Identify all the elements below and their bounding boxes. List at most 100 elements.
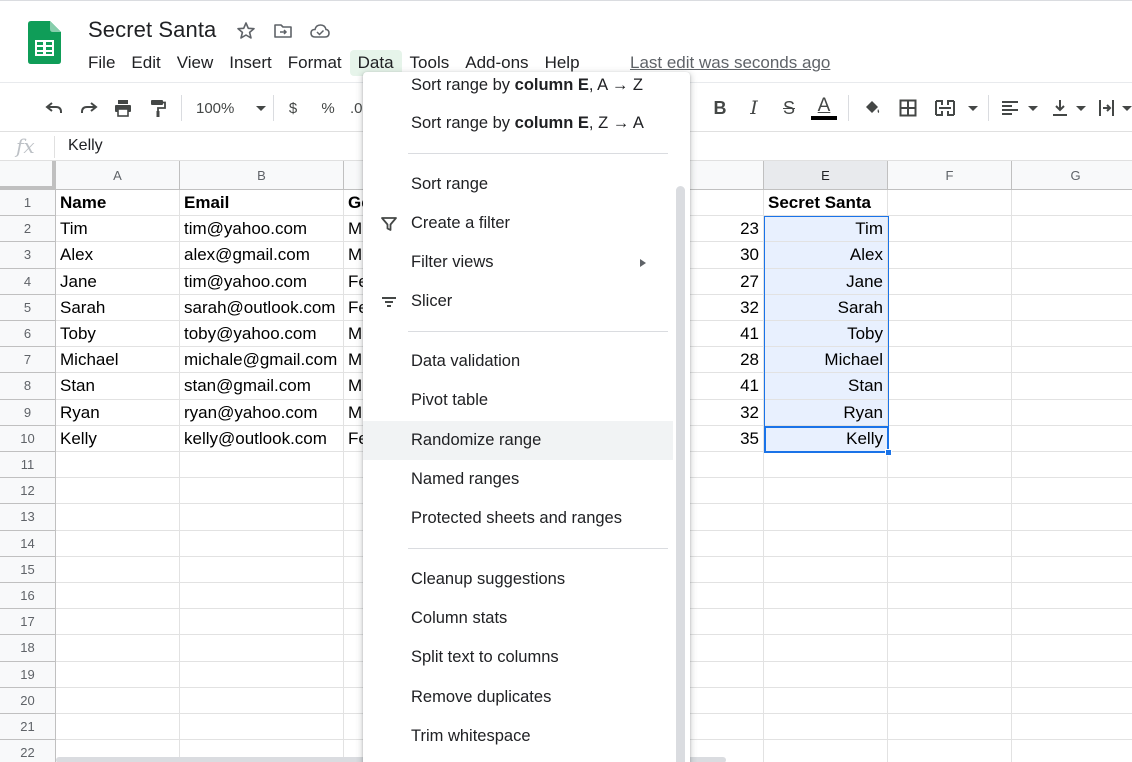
grid-cell[interactable] [888,452,1012,479]
grid-cell[interactable] [56,504,180,531]
menu-edit[interactable]: Edit [123,50,168,76]
grid-cell[interactable] [56,714,180,741]
grid-cell[interactable] [180,661,344,688]
row-header[interactable]: 4 [0,268,56,295]
grid-cell[interactable]: Alex [764,242,888,269]
grid-cell[interactable]: Stan [764,373,888,400]
grid-cell[interactable]: Email [180,190,344,217]
move-to-folder-icon[interactable] [271,19,295,43]
grid-cell[interactable] [888,556,1012,583]
borders-icon[interactable] [896,96,920,120]
grid-cell[interactable] [180,714,344,741]
grid-cell[interactable] [764,687,888,714]
grid-cell[interactable] [1012,478,1132,505]
menu-item-sort-range-za[interactable]: Sort range by column E, Z → A [363,104,673,143]
row-header[interactable]: 22 [0,740,56,762]
grid-cell[interactable] [1012,688,1132,714]
grid-cell[interactable] [1012,504,1132,531]
grid-cell[interactable]: Sarah [56,294,180,321]
menu-item-pivot-table[interactable]: Pivot table [363,381,673,420]
grid-cell[interactable] [888,399,1012,426]
grid-cell[interactable]: Sarah [764,294,888,321]
grid-cell[interactable] [1012,557,1132,583]
zoom-select[interactable]: 100% [196,96,266,120]
grid-cell[interactable] [888,530,1012,557]
strikethrough-button[interactable]: S [777,96,801,120]
grid-cell[interactable]: Alex [56,242,180,269]
row-header[interactable]: 5 [0,294,56,321]
grid-cell[interactable] [1012,452,1132,479]
vertical-align-button[interactable] [1050,96,1086,120]
menu-insert[interactable]: Insert [221,50,280,76]
grid-cell[interactable] [1012,347,1132,374]
italic-button[interactable]: I [742,96,766,120]
grid-cell[interactable] [764,609,888,636]
column-header[interactable]: F [888,161,1012,190]
grid-cell[interactable]: sarah@outlook.com [180,294,344,321]
grid-cell[interactable]: Jane [764,268,888,295]
fill-handle[interactable] [885,449,892,456]
grid-cell[interactable]: Name [56,190,180,217]
grid-cell[interactable] [764,740,888,762]
menu-item-column-stats[interactable]: Column stats [363,599,673,638]
grid-cell[interactable]: Kelly [764,425,888,452]
row-header[interactable]: 13 [0,504,56,531]
grid-cell[interactable] [1012,190,1132,217]
grid-cell[interactable] [888,740,1012,762]
grid-cell[interactable] [764,452,888,479]
grid-cell[interactable] [56,661,180,688]
row-header[interactable]: 11 [0,452,56,479]
row-header[interactable]: 17 [0,609,56,636]
text-wrapping-button[interactable] [1097,96,1132,120]
menu-item-filter-views[interactable]: Filter views [363,243,673,282]
grid-cell[interactable] [888,687,1012,714]
grid-cell[interactable]: Michael [764,347,888,374]
grid-cell[interactable] [1012,531,1132,557]
grid-cell[interactable] [888,216,1012,243]
row-header[interactable]: 6 [0,321,56,348]
formula-input[interactable]: Kelly [68,137,103,155]
grid-cell[interactable] [888,268,1012,295]
horizontal-align-button[interactable] [1000,96,1038,120]
currency-format-button[interactable]: $ [283,96,303,120]
row-header[interactable]: 20 [0,687,56,714]
grid-cell[interactable]: Tim [56,216,180,243]
grid-cell[interactable]: alex@gmail.com [180,242,344,269]
grid-cell[interactable]: ryan@yahoo.com [180,399,344,426]
grid-cell[interactable] [1012,740,1132,762]
print-icon[interactable] [111,96,135,120]
row-header[interactable]: 8 [0,373,56,400]
grid-cell[interactable] [1012,216,1132,243]
grid-cell[interactable] [888,190,1012,217]
column-header[interactable]: A [56,161,180,190]
grid-cell[interactable]: Ryan [56,399,180,426]
grid-cell[interactable] [56,687,180,714]
grid-cell[interactable] [1012,269,1132,295]
grid-cell[interactable]: Ryan [764,399,888,426]
grid-cell[interactable] [1012,662,1132,688]
grid-cell[interactable]: tim@yahoo.com [180,216,344,243]
row-header[interactable]: 12 [0,478,56,505]
menu-item-protected-sheets[interactable]: Protected sheets and ranges [363,499,673,538]
grid-cell[interactable] [888,294,1012,321]
grid-cell[interactable] [1012,426,1132,452]
grid-cell[interactable] [1012,373,1132,400]
cloud-saved-icon[interactable] [308,19,332,43]
merge-cells-button[interactable] [934,96,978,120]
row-header[interactable]: 14 [0,530,56,557]
grid-cell[interactable] [180,530,344,557]
menu-item-trim-whitespace[interactable]: Trim whitespace [363,717,673,756]
grid-cell[interactable] [56,452,180,479]
column-header[interactable]: E [764,161,888,190]
undo-icon[interactable] [42,96,66,120]
select-all-corner[interactable] [0,161,56,190]
grid-cell[interactable] [1012,321,1132,348]
grid-cell[interactable] [888,321,1012,348]
menu-item-data-validation[interactable]: Data validation [363,342,673,381]
grid-cell[interactable] [764,635,888,662]
grid-cell[interactable] [764,583,888,610]
bold-button[interactable]: B [708,96,732,120]
menu-format[interactable]: Format [280,50,350,76]
grid-cell[interactable] [888,242,1012,269]
menu-item-create-filter[interactable]: Create a filter [363,204,673,243]
